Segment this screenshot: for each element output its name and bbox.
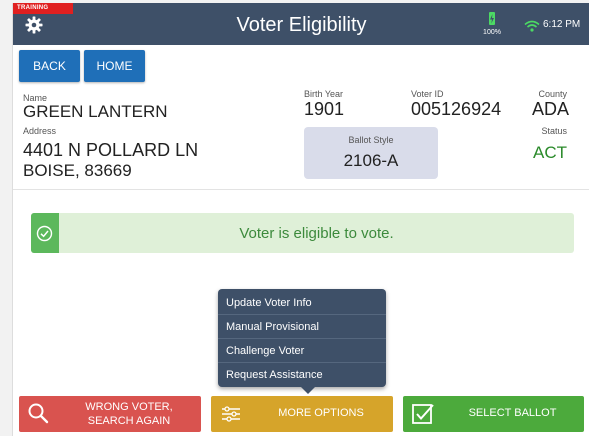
menu-item-challenge-voter[interactable]: Challenge Voter [218,339,386,363]
birth-year-label: Birth Year [304,89,344,99]
wrong-voter-button[interactable]: WRONG VOTER, SEARCH AGAIN [19,396,201,432]
back-button[interactable]: BACK [19,50,80,82]
menu-item-update-voter-info[interactable]: Update Voter Info [218,291,386,315]
eligibility-icon-box [31,213,59,253]
eligibility-message: Voter is eligible to vote. [239,225,394,242]
county: ADA [531,99,569,119]
eligibility-banner: Voter is eligible to vote. [31,213,574,253]
clock-time: 6:12 PM [543,19,581,30]
battery-percent: 100% [483,29,501,36]
menu-pointer [301,387,315,394]
ballot-style-box: Ballot Style 2106-A [304,127,438,179]
check-circle-icon [36,225,53,242]
ballot-style-value: 2106-A [343,151,399,170]
more-options-button[interactable]: MORE OPTIONS [211,396,393,432]
wifi-icon [524,19,540,32]
sliders-icon [222,406,240,422]
voter-id: 005126924 [411,99,502,119]
search-icon [28,403,49,424]
county-label: County [538,89,567,99]
ballot-style-label: Ballot Style [348,135,394,145]
wrong-voter-line-1: WRONG VOTER, [85,401,173,413]
select-ballot-button[interactable]: SELECT BALLOT [403,396,584,432]
address-line-2: BOISE, 83669 [23,161,132,180]
app-header: TRAINING Voter Eligibility 100% 6:12 PM [13,3,589,45]
select-ballot-label: SELECT BALLOT [468,407,557,419]
battery-status: 100% [479,11,505,36]
wrong-voter-line-2: SEARCH AGAIN [87,415,171,427]
address-line-1: 4401 N POLLARD LN [23,140,199,160]
training-badge: TRAINING [13,3,73,14]
wrong-voter-label: WRONG VOTER, SEARCH AGAIN [57,400,201,428]
birth-year: 1901 [304,99,345,119]
battery-charging-icon [489,12,495,25]
status-label: Status [541,126,567,136]
voter-name: GREEN LANTERN [23,102,168,121]
checkbox-icon [412,404,434,424]
more-options-label: MORE OPTIONS [278,407,364,419]
voter-eligibility-screen: TRAINING Voter Eligibility 100% 6:12 PM … [12,3,589,436]
status-badge: ACT [533,143,567,162]
address-label: Address [23,126,57,136]
menu-item-manual-provisional[interactable]: Manual Provisional [218,315,386,339]
voter-id-label: Voter ID [411,89,444,99]
more-options-menu: Update Voter Info Manual Provisional Cha… [218,289,386,387]
divider [13,189,589,190]
home-button[interactable]: HOME [84,50,145,82]
menu-item-request-assistance[interactable]: Request Assistance [218,363,386,387]
